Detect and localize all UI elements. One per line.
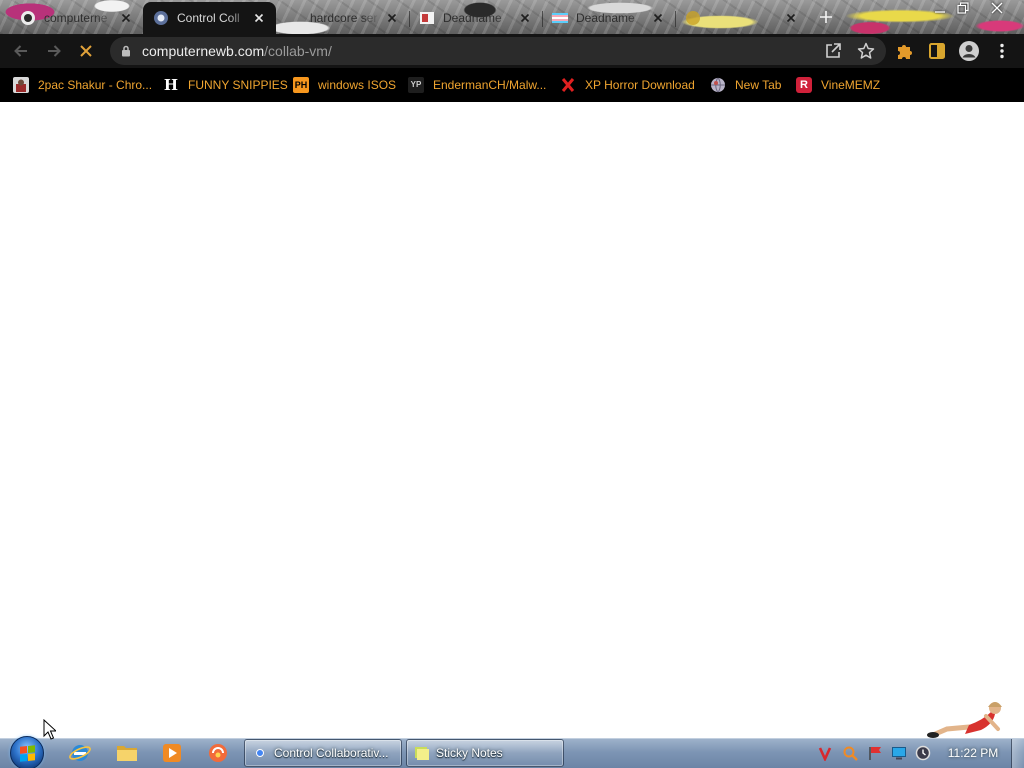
dark-clock-icon[interactable] <box>915 745 931 761</box>
h-logo-icon: H <box>163 75 179 94</box>
tab-favicon-placeholder <box>286 10 302 26</box>
bookmarks-bar: 2pac Shakur - Chro... H FUNNY SNIPPIES P… <box>0 68 1024 102</box>
url-path: /collab-vm/ <box>264 43 332 59</box>
sticky-notes-icon <box>414 745 430 761</box>
back-arrow-icon[interactable] <box>11 41 31 61</box>
computernewb-favicon-icon <box>20 10 36 26</box>
url-host: computernewb.com <box>142 43 265 59</box>
flag-green <box>28 745 35 753</box>
action-center-flag-icon[interactable] <box>867 745 883 761</box>
network-monitor-icon[interactable] <box>891 745 907 761</box>
flag-yellow <box>28 753 35 761</box>
bookmark-label: New Tab <box>735 78 782 92</box>
bookmark-new-tab[interactable]: New Tab <box>704 73 787 97</box>
photo-icon <box>13 77 29 93</box>
windows-start-orb-icon[interactable] <box>10 736 44 768</box>
url-text[interactable]: computernewb.com/collab-vm/ <box>142 37 332 65</box>
tab-close-icon[interactable] <box>650 10 666 26</box>
minimize-icon[interactable] <box>932 0 948 16</box>
plus-icon[interactable] <box>818 9 834 25</box>
taskbar-button-label: Control Collaborativ... <box>274 746 389 760</box>
app-icon[interactable] <box>206 741 230 765</box>
tab-close-icon[interactable] <box>118 10 134 26</box>
mouse-cursor-icon <box>43 719 56 740</box>
tab-strip: computerne Control Coll hardcore ser Dea… <box>0 0 1024 34</box>
address-bar[interactable]: computernewb.com/collab-vm/ <box>110 37 886 65</box>
red-x-icon <box>560 77 576 93</box>
bookmark-label: FUNNY SNIPPIES <box>188 78 288 92</box>
tab-title: computerne <box>44 11 108 25</box>
tab-control-collab[interactable]: Control Coll <box>143 2 276 34</box>
taskbar-clock[interactable]: 11:22 PM <box>942 745 1004 761</box>
side-panel-icon[interactable] <box>927 41 947 61</box>
tab-close-icon[interactable] <box>783 10 799 26</box>
tab-title: hardcore ser <box>310 11 378 25</box>
bookmark-label: XP Horror Download <box>585 78 695 92</box>
bookmark-xp-horror-download[interactable]: XP Horror Download <box>554 73 701 97</box>
share-icon[interactable] <box>823 41 843 61</box>
magnifier-icon[interactable] <box>842 745 858 761</box>
yellow-favicon-icon <box>685 10 701 26</box>
restore-icon[interactable] <box>955 0 971 16</box>
tab-hardcore[interactable]: hardcore ser <box>276 2 409 34</box>
flag-red <box>20 746 27 754</box>
profile-avatar-icon[interactable] <box>958 40 980 62</box>
bookmark-label: windows ISOS <box>318 78 397 92</box>
tab-computernewb[interactable]: computerne <box>10 2 143 34</box>
bookmark-label: EndermanCH/Malw... <box>433 78 547 92</box>
bookmark-vinememz[interactable]: R VineMEMZ <box>790 73 886 97</box>
collabvm-favicon-icon <box>153 10 169 26</box>
windows-explorer-icon[interactable] <box>115 741 139 765</box>
bookmark-endermanch[interactable]: YP EndermanCH/Malw... <box>402 73 552 97</box>
tab-close-icon[interactable] <box>384 10 400 26</box>
show-desktop-button[interactable] <box>1011 739 1024 768</box>
bookmark-label: 2pac Shakur - Chro... <box>38 78 153 92</box>
lock-icon[interactable] <box>119 44 133 58</box>
ph-logo-icon: PH <box>293 77 309 93</box>
windows-flag-icon <box>20 745 35 762</box>
red-v-icon[interactable] <box>817 745 833 761</box>
internet-explorer-icon[interactable] <box>68 741 92 765</box>
close-icon[interactable] <box>989 0 1005 16</box>
tab-title: Deadname <box>576 11 635 25</box>
tab-title: Deadname <box>443 11 502 25</box>
tab-close-icon[interactable] <box>517 10 533 26</box>
tab-close-icon[interactable] <box>251 10 267 26</box>
flag-blue <box>20 754 27 762</box>
bookmark-label: VineMEMZ <box>821 78 881 92</box>
extensions-puzzle-icon[interactable] <box>895 41 915 61</box>
trans-flag-favicon-icon <box>552 10 568 26</box>
tab-title: Control Coll <box>177 11 240 25</box>
taskbar-button-chrome[interactable]: Control Collaborativ... <box>244 739 402 767</box>
vine-r-logo-icon: R <box>796 77 812 93</box>
bookmark-2pac-shakur[interactable]: 2pac Shakur - Chro... <box>7 73 158 97</box>
bookmark-windows-isos[interactable]: PH windows ISOS <box>287 73 402 97</box>
stop-loading-icon[interactable] <box>76 41 96 61</box>
tab-title <box>709 10 781 26</box>
browser-toolbar: computernewb.com/collab-vm/ <box>0 34 1024 68</box>
image-favicon-icon <box>419 10 435 26</box>
desktop-sticker-figure <box>925 698 1007 740</box>
tab-sixth[interactable] <box>675 2 808 34</box>
star-icon[interactable] <box>856 41 876 61</box>
globe-icon <box>710 77 726 93</box>
more-menu-icon[interactable] <box>992 41 1012 61</box>
taskbar-button-label: Sticky Notes <box>436 746 503 760</box>
page-viewport[interactable] <box>0 102 1024 738</box>
yp-logo-icon: YP <box>408 77 424 93</box>
forward-arrow-icon[interactable] <box>44 41 64 61</box>
tab-deadname-1[interactable]: Deadname <box>409 2 542 34</box>
tab-deadname-2[interactable]: Deadname <box>542 2 675 34</box>
media-player-icon[interactable] <box>160 741 184 765</box>
bookmark-funny-snippies[interactable]: H FUNNY SNIPPIES <box>157 73 294 97</box>
taskbar-button-sticky-notes[interactable]: Sticky Notes <box>406 739 564 767</box>
